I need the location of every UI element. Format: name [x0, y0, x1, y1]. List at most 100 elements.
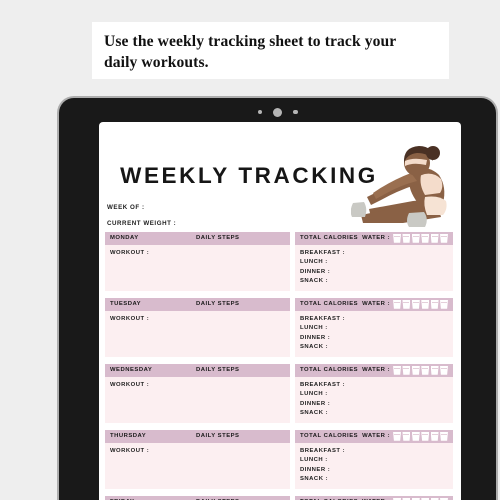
water-tracker	[393, 431, 448, 441]
meal-label: BREAKFAST :	[300, 315, 346, 322]
meal-label: BREAKFAST :	[300, 447, 346, 454]
water-glass-icon[interactable]	[430, 299, 439, 309]
tablet-device: WEEKLY TRACKING WEEK OF: CURRENT WEIGHT…	[57, 96, 498, 500]
calories-panel: TOTAL CALORIESWATER :BREAKFAST :LUNCH :D…	[295, 496, 453, 500]
water-glass-icon[interactable]	[402, 431, 411, 441]
meal-label: LUNCH :	[300, 325, 328, 332]
caption-line-1: Use the weekly tracking sheet to track y…	[104, 33, 397, 50]
caption-line-2: daily workouts.	[104, 54, 209, 71]
water-glass-icon[interactable]	[393, 431, 402, 441]
workout-panel: FRIDAYDAILY STEPSWORKOUT :	[105, 496, 290, 500]
calories-panel: TOTAL CALORIESWATER : BREAKFAST : LUNCH : D…	[295, 298, 453, 357]
tablet-sensor-row	[59, 106, 496, 118]
water-glass-icon[interactable]	[411, 233, 420, 243]
daily-steps-label: DAILY STEPS	[196, 367, 240, 374]
meal-label: SNACK :	[300, 344, 329, 351]
daily-steps-label: DAILY STEPS	[196, 433, 240, 440]
meal-label: DINNER :	[300, 334, 331, 341]
workout-panel-header: TUESDAY DAILY STEPS	[105, 298, 290, 311]
current-weight-field[interactable]: CURRENT WEIGHT :	[107, 220, 176, 227]
water-glass-icon[interactable]	[440, 299, 448, 309]
workout-panel: WEDNESDAY DAILY STEPS WORKOUT :	[105, 364, 290, 423]
water-glass-icon[interactable]	[440, 233, 448, 243]
calories-panel-header: TOTAL CALORIESWATER :	[295, 364, 453, 377]
water-tracker	[393, 365, 448, 375]
water-glass-icon[interactable]	[402, 365, 411, 375]
day-row: THURSDAY DAILY STEPS WORKOUT : TOTAL CALORI…	[105, 430, 453, 489]
water-label: WATER :	[362, 301, 391, 308]
workout-entry-area[interactable]: WORKOUT :	[105, 377, 290, 391]
water-glass-icon[interactable]	[430, 233, 439, 243]
day-name-label: TUESDAY	[110, 301, 142, 308]
water-label: WATER :	[362, 367, 391, 374]
day-rows-container: MONDAY DAILY STEPS WORKOUT : TOTAL CALORIES…	[105, 232, 453, 500]
workout-panel: MONDAY DAILY STEPS WORKOUT :	[105, 232, 290, 291]
meal-label: LUNCH :	[300, 259, 328, 266]
workout-entry-area[interactable]: WORKOUT :	[105, 443, 290, 457]
daily-steps-label: DAILY STEPS	[196, 301, 240, 308]
water-glass-icon[interactable]	[430, 365, 439, 375]
meal-label: SNACK :	[300, 476, 329, 483]
workout-panel-header: FRIDAYDAILY STEPS	[105, 496, 290, 500]
day-name-label: WEDNESDAY	[110, 367, 153, 374]
meals-entry-area[interactable]: BREAKFAST : LUNCH : DINNER : SNACK :	[295, 443, 453, 485]
water-label: WATER :	[362, 235, 391, 242]
workout-label: WORKOUT :	[110, 447, 150, 454]
water-glass-icon[interactable]	[411, 299, 420, 309]
meal-label: DINNER :	[300, 268, 331, 275]
water-glass-icon[interactable]	[393, 365, 402, 375]
workout-entry-area[interactable]: WORKOUT :	[105, 311, 290, 325]
tablet-screen[interactable]: WEEKLY TRACKING WEEK OF: CURRENT WEIGHT…	[99, 122, 461, 500]
camera-lens-icon	[273, 107, 282, 117]
water-glass-icon[interactable]	[411, 365, 420, 375]
water-glass-icon[interactable]	[393, 233, 402, 243]
workout-label: WORKOUT :	[110, 381, 150, 388]
water-glass-icon[interactable]	[440, 365, 448, 375]
workout-panel-header: THURSDAY DAILY STEPS	[105, 430, 290, 443]
page-title: WEEKLY TRACKING	[120, 163, 378, 188]
meals-entry-area[interactable]: BREAKFAST : LUNCH : DINNER : SNACK :	[295, 377, 453, 419]
meal-label: SNACK :	[300, 278, 329, 285]
meal-label: BREAKFAST :	[300, 381, 346, 388]
total-calories-label: TOTAL CALORIES	[300, 433, 359, 440]
meals-entry-area[interactable]: BREAKFAST : LUNCH : DINNER : SNACK :	[295, 311, 453, 353]
water-glass-icon[interactable]	[440, 431, 448, 441]
meals-entry-area[interactable]: BREAKFAST : LUNCH : DINNER : SNACK :	[295, 245, 453, 287]
water-glass-icon[interactable]	[421, 431, 430, 441]
total-calories-label: TOTAL CALORIES	[300, 301, 359, 308]
water-glass-icon[interactable]	[402, 299, 411, 309]
meal-label: DINNER :	[300, 466, 331, 473]
day-name-label: MONDAY	[110, 235, 139, 242]
water-glass-icon[interactable]	[421, 299, 430, 309]
water-glass-icon[interactable]	[421, 365, 430, 375]
water-tracker	[393, 299, 448, 309]
calories-panel-header: TOTAL CALORIESWATER :	[295, 430, 453, 443]
workout-panel-header: MONDAY DAILY STEPS	[105, 232, 290, 245]
water-label: WATER :	[362, 433, 391, 440]
meal-label: BREAKFAST :	[300, 249, 346, 256]
total-calories-label: TOTAL CALORIES	[300, 235, 359, 242]
week-of-field[interactable]: WEEK OF :	[107, 204, 176, 211]
daily-steps-label: DAILY STEPS	[196, 235, 240, 242]
water-glass-icon[interactable]	[393, 299, 402, 309]
tablet-bezel: WEEKLY TRACKING WEEK OF: CURRENT WEIGHT…	[59, 98, 496, 500]
water-glass-icon[interactable]	[402, 233, 411, 243]
day-name-label: THURSDAY	[110, 433, 147, 440]
meal-label: SNACK :	[300, 410, 329, 417]
calories-panel-header: TOTAL CALORIESWATER :	[295, 496, 453, 500]
day-row: MONDAY DAILY STEPS WORKOUT : TOTAL CALORIES…	[105, 232, 453, 291]
water-glass-icon[interactable]	[430, 431, 439, 441]
total-calories-label: TOTAL CALORIES	[300, 367, 359, 374]
weekly-tracking-sheet: WEEKLY TRACKING WEEK OF: CURRENT WEIGHT…	[99, 122, 461, 500]
meal-label: LUNCH :	[300, 391, 328, 398]
water-tracker	[393, 233, 448, 243]
workout-panel: TUESDAY DAILY STEPS WORKOUT :	[105, 298, 290, 357]
water-glass-icon[interactable]	[421, 233, 430, 243]
workout-entry-area[interactable]: WORKOUT :	[105, 245, 290, 259]
calories-panel-header: TOTAL CALORIESWATER :	[295, 232, 453, 245]
sensor-dot-right	[293, 109, 298, 115]
calories-panel-header: TOTAL CALORIESWATER :	[295, 298, 453, 311]
day-row: FRIDAYDAILY STEPSWORKOUT : TOTAL CALORIES…	[105, 496, 453, 500]
water-glass-icon[interactable]	[411, 431, 420, 441]
day-row: TUESDAY DAILY STEPS WORKOUT : TOTAL CALORIE…	[105, 298, 453, 357]
